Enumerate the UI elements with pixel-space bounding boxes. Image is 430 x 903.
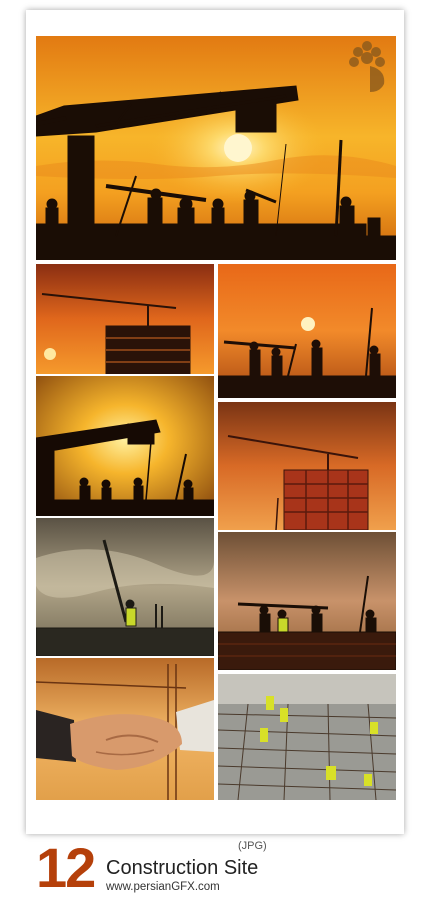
website-url: www.persianGFX.com	[106, 881, 220, 893]
photo-rebar-workers-daylight	[218, 674, 396, 800]
collection-title: Construction Site	[106, 857, 259, 879]
watermark-logo	[340, 36, 394, 106]
photo-workers-sunset-deck	[218, 264, 396, 398]
photo-workers-pole-dusk	[218, 532, 396, 670]
photo-worker-overcast-sky	[36, 518, 214, 656]
photo-crane-silhouette-workers	[36, 376, 214, 516]
image-count: 12	[36, 836, 96, 899]
photo-building-crane-dusk	[36, 264, 214, 374]
photo-handshake-crane	[36, 658, 214, 800]
file-format-label: (JPG)	[238, 840, 267, 852]
photo-tower-under-construction	[218, 402, 396, 530]
